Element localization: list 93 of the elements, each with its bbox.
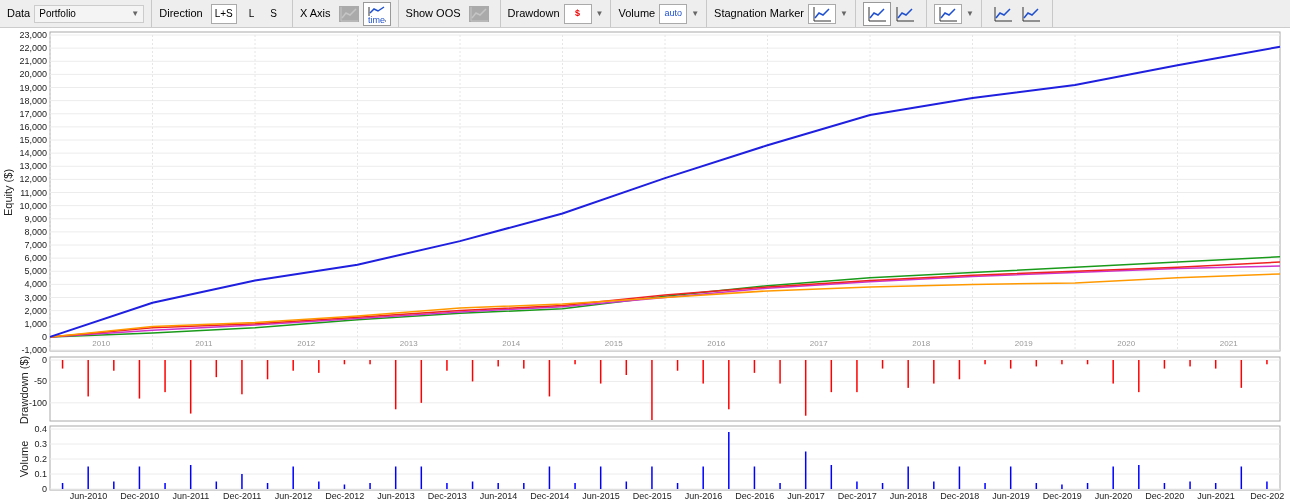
dropdown-caret-icon: ▼ (965, 7, 974, 20)
axis-title: Equity ($) (2, 168, 14, 217)
axis-tick-label: Jun-2011 (172, 491, 210, 501)
toolbar-label: Volume (618, 6, 656, 22)
axis-tick-label: 2021 (1219, 339, 1238, 349)
axis-tick-label: Jun-2010 (69, 491, 108, 501)
axis-tick-label: 2010 (92, 339, 111, 349)
axis-tick-label: 0.2 (34, 454, 47, 464)
axis-tick-label: -100 (29, 397, 47, 408)
axis-tick-label: Jun-2018 (889, 491, 928, 501)
toolbar-label: Drawdown (507, 6, 560, 22)
axis-tick-label: 2015 (604, 339, 623, 349)
axis-tick-label: 0 (42, 331, 47, 342)
axis-tick-label: -1,000 (21, 345, 47, 355)
axis-tick-label: 0 (42, 356, 47, 365)
axis-tick-label: 0 (42, 484, 47, 494)
axis-tick-label: 2011 (195, 339, 213, 349)
axis-tick-label: Dec-2013 (427, 491, 467, 501)
axis-tick-label: Dec-2016 (735, 491, 775, 501)
axis-tick-label: Dec-2015 (632, 491, 672, 501)
axis-tick-label: 17,000 (19, 108, 47, 119)
axis-tick-label: Dec-2019 (1042, 491, 1082, 501)
chart-toggle-button[interactable]: time (362, 1, 391, 26)
axis-tick-label: 6,000 (24, 253, 47, 264)
axis-tick-label: 11,000 (20, 187, 47, 198)
select-value: Portfolio (39, 7, 76, 21)
axis-tick-label: 18,000 (19, 95, 47, 106)
axis-tick-label: Jun-2013 (377, 491, 415, 501)
dropdown-caret-icon: ▼ (595, 7, 604, 20)
axis-tick-label: 2016 (707, 339, 726, 349)
axis-tick-label: 22,000 (19, 43, 47, 54)
axis-tick-label: 4,000 (24, 279, 47, 290)
axis-tick-label: 3,000 (24, 292, 47, 303)
axis-title: Volume (18, 440, 30, 478)
axis-tick-label: 14,000 (19, 148, 47, 159)
axis-tick-label: 2,000 (24, 305, 47, 316)
toolbar-label: Data (7, 6, 31, 22)
direction-toggle[interactable]: L+S (210, 3, 237, 24)
icon-caption: time (368, 15, 386, 25)
axis-tick-label: 2017 (809, 339, 828, 349)
axis-tick-label: -50 (34, 376, 47, 387)
axis-tick-label: 12,000 (19, 174, 47, 185)
axis-tick-label: 23,000 (19, 30, 47, 40)
direction-toggle[interactable]: L (244, 3, 259, 24)
axis-tick-label: Jun-2016 (684, 491, 723, 501)
axis-tick-label: 2018 (912, 339, 931, 349)
dropdown-caret-icon: ▼ (131, 7, 140, 20)
axis-tick-label: 2020 (1117, 339, 1136, 349)
icon-caption: $ (575, 9, 581, 18)
axis-tick-label: 2012 (297, 339, 316, 349)
data-select[interactable]: Portfolio ▼ (34, 4, 145, 23)
axis-tick-label: Jun-2019 (992, 491, 1030, 501)
axis-tick-label: Jun-2020 (1094, 491, 1133, 501)
dropdown-caret-icon: ▼ (691, 7, 700, 20)
axis-tick-label: 10,000 (19, 200, 47, 211)
direction-toggle[interactable]: S (266, 3, 281, 24)
toolbar-label: Show OOS (405, 6, 461, 22)
axis-tick-label: 19,000 (19, 82, 47, 93)
axis-tick-label: 0.1 (34, 469, 47, 479)
axis-tick-label: 21,000 (19, 56, 47, 67)
axis-tick-label: Jun-2017 (787, 491, 825, 501)
axis-tick-label: 5,000 (24, 266, 47, 277)
axis-tick-label: Jun-2014 (479, 491, 518, 501)
axis-title: Drawdown ($) (18, 356, 30, 424)
axis-tick-label: Jun-2012 (274, 491, 313, 501)
axis-tick-label: 0.4 (34, 424, 47, 434)
toolbar-label: Stagnation Marker (714, 6, 804, 22)
dropdown-caret-icon: ▼ (840, 7, 848, 20)
axis-tick-label: 13,000 (19, 161, 47, 172)
axis-tick-label: Dec-2014 (530, 491, 570, 501)
axis-tick-label: 7,000 (24, 240, 47, 250)
axis-tick-label: Dec-2017 (837, 491, 877, 501)
axis-tick-label: Jun-2015 (582, 491, 620, 501)
axis-tick-label: 16,000 (19, 121, 47, 132)
axis-tick-label: Dec-2011 (223, 491, 262, 501)
axis-tick-label: Dec-2010 (120, 491, 160, 501)
axis-tick-label: 20,000 (19, 69, 47, 80)
axis-tick-label: Dec-202 (1250, 491, 1285, 501)
toolbar-label: Direction (159, 6, 203, 22)
axis-tick-label: Jun-2021 (1197, 491, 1235, 501)
axis-tick-label: 1,000 (24, 318, 47, 329)
axis-tick-label: Dec-2020 (1145, 491, 1185, 501)
axis-tick-label: 2013 (399, 339, 418, 349)
axis-tick-label: 0.3 (34, 439, 47, 449)
icon-caption: auto (664, 9, 682, 18)
axis-tick-label: 9,000 (24, 213, 47, 224)
axis-tick-label: 8,000 (24, 226, 47, 237)
axis-tick-label: Dec-2012 (325, 491, 365, 501)
axis-tick-label: 2019 (1014, 339, 1033, 349)
axis-tick-label: Dec-2018 (940, 491, 980, 501)
toolbar-label: X Axis (299, 6, 331, 22)
axis-tick-label: 2014 (502, 339, 521, 349)
axis-tick-label: 15,000 (19, 135, 47, 145)
